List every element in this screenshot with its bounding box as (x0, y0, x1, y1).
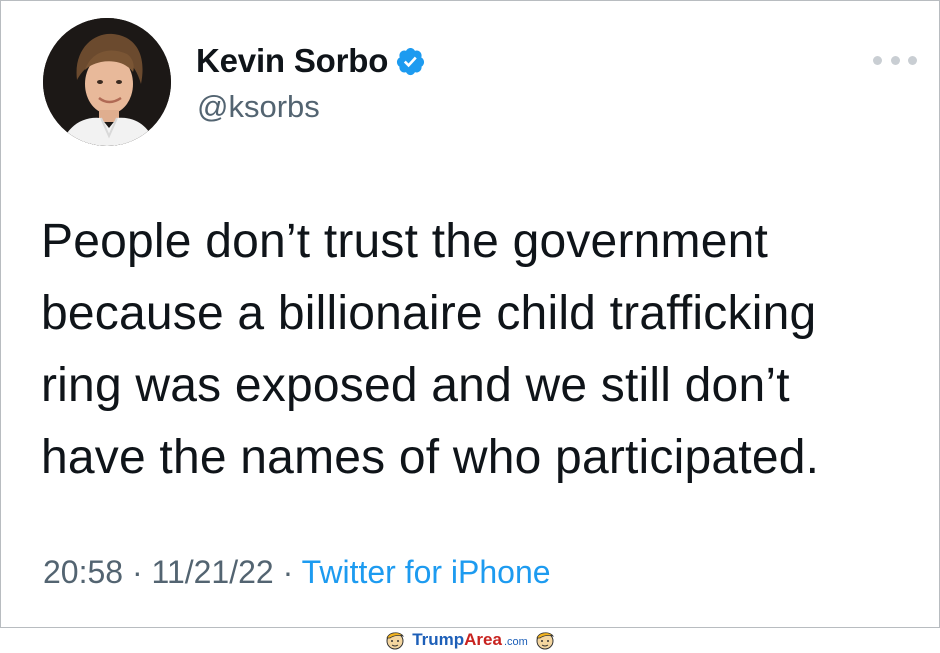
author-display-name[interactable]: Kevin Sorbo (196, 42, 388, 80)
tweet-card: Kevin Sorbo @ksorbs People don’t trust t… (0, 0, 940, 628)
tweet-source-link[interactable]: Twitter for iPhone (302, 554, 551, 590)
tweet-text-line: ring was exposed and we still don’t (41, 359, 790, 412)
watermark-text-area: Area (464, 630, 502, 649)
author-handle[interactable]: @ksorbs (197, 89, 320, 125)
tweet-text-line: People don’t trust the government (41, 215, 769, 268)
tweet-time[interactable]: 20:58 (43, 554, 123, 590)
trump-head-icon (536, 632, 554, 650)
trump-head-icon (386, 632, 405, 650)
watermark-logo: Trump Area .com (384, 629, 556, 651)
watermark-text-com: .com (503, 636, 528, 648)
tweet-text-line: because a billionaire child trafficking (41, 287, 817, 340)
separator: · (282, 554, 294, 590)
author-name-row: Kevin Sorbo (196, 39, 426, 83)
verified-badge-icon (397, 47, 425, 75)
more-dots-icon[interactable] (873, 51, 917, 69)
dot (908, 55, 917, 65)
tweet-date[interactable]: 11/21/22 (152, 554, 274, 590)
watermark-text-trump: Trump (412, 630, 465, 649)
separator: · (131, 554, 143, 590)
dot (873, 55, 882, 65)
tweet-text-line: have the names of who participated. (41, 431, 820, 484)
avatar[interactable] (43, 18, 171, 146)
dot (890, 55, 900, 65)
tweet-metadata: 20:58 · 11/21/22 · Twitter for iPhone (43, 554, 551, 591)
profile-photo-icon (43, 18, 171, 146)
tweet-text: People don’t trust the government becaus… (41, 206, 921, 494)
watermark-footer: Trump Area .com (0, 627, 940, 653)
